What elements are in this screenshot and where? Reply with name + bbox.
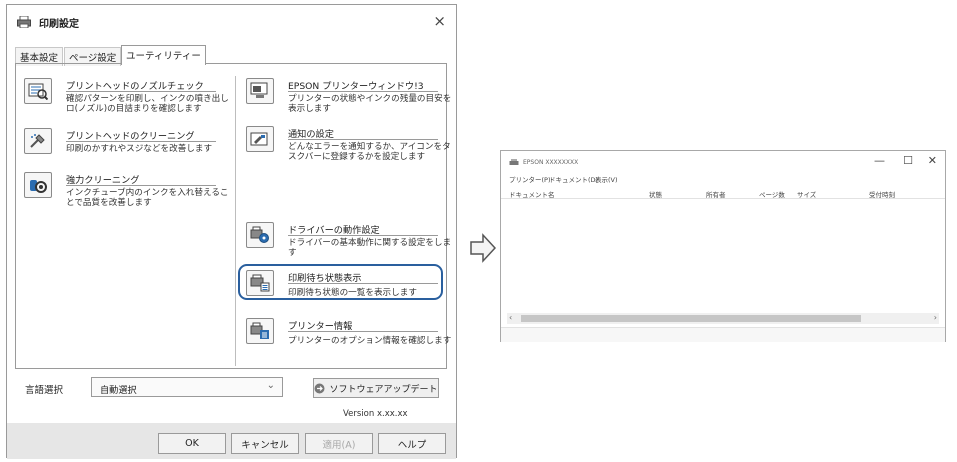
apply-button[interactable]: 適用(A) [305, 433, 373, 454]
head-cleaning-desc: 印刷のかすれやスジなどを改善します [66, 144, 213, 154]
status-monitor-item: EPSON プリンターウィンドウ!3 プリンターの状態やインクの残量の目安を表示… [246, 78, 451, 122]
version-text: Version x.xx.xx [343, 409, 408, 419]
right-arrow-icon [470, 233, 496, 263]
update-icon [314, 383, 325, 393]
status-bar [501, 327, 945, 342]
ok-button[interactable]: OK [158, 433, 226, 454]
power-cleaning-button[interactable] [24, 172, 52, 198]
printer-icon [17, 16, 31, 28]
nozzle-check-icon [28, 83, 48, 100]
chevron-down-icon: ⌄ [266, 380, 275, 391]
printer-info-item: プリンター情報 プリンターのオプション情報を確認します [246, 318, 451, 350]
title-underline [288, 139, 438, 140]
printer-info-desc: プリンターのオプション情報を確認します [288, 336, 452, 346]
driver-settings-title: ドライバーの動作設定 [288, 225, 380, 236]
power-cleaning-icon [30, 180, 47, 193]
driver-settings-button[interactable] [246, 222, 274, 248]
tab-utility[interactable]: ユーティリティー [121, 45, 206, 65]
cancel-button[interactable]: キャンセル [231, 433, 299, 454]
menu-document[interactable]: ドキュメント(D) [549, 174, 598, 184]
column-owner[interactable]: 所有者 [706, 189, 726, 199]
column-size[interactable]: サイズ [797, 189, 816, 199]
window-close-button[interactable]: ✕ [928, 154, 937, 167]
help-button[interactable]: ヘルプ [378, 433, 446, 454]
driver-settings-icon [250, 226, 269, 243]
close-button[interactable]: × [433, 12, 446, 30]
driver-settings-desc: ドライバーの基本動作に関する設定をします [288, 238, 452, 258]
column-pages[interactable]: ページ数 [759, 189, 785, 199]
printer-info-icon [250, 322, 269, 339]
printing-preferences-dialog: 印刷設定 × 基本設定 ページ設定 ユーティリティー プリントヘッドのノズルチェ… [6, 4, 457, 459]
head-cleaning-title: プリントヘッドのクリーニング [66, 131, 195, 142]
software-update-label: ソフトウェアアップデート [329, 384, 438, 395]
software-update-button[interactable]: ソフトウェアアップデート [313, 378, 439, 398]
head-cleaning-button[interactable] [24, 128, 52, 154]
scroll-right-icon[interactable]: › [934, 313, 937, 322]
head-cleaning-item: プリントヘッドのクリーニング 印刷のかすれやスジなどを改善します [24, 128, 229, 162]
status-monitor-title: EPSON プリンターウィンドウ!3 [288, 81, 424, 92]
power-cleaning-item: 強力クリーニング インクチューブ内のインクを入れ替えることで品質を改善します [24, 172, 229, 216]
menu-printer[interactable]: プリンター(P) [509, 174, 551, 184]
minimize-button[interactable]: — [874, 154, 885, 167]
nozzle-check-desc: 確認パターンを印刷し、インクの噴き出しロ(ノズル)の目詰まりを確認します [66, 94, 229, 114]
title-underline [66, 141, 216, 142]
notification-button[interactable] [246, 126, 274, 152]
print-queue-window: EPSON XXXXXXXX — ☐ ✕ プリンター(P) ドキュメント(D) … [500, 150, 946, 342]
scrollbar-thumb[interactable] [521, 315, 861, 322]
window-title: EPSON XXXXXXXX [523, 159, 579, 166]
title-underline [288, 331, 438, 332]
driver-settings-item: ドライバーの動作設定 ドライバーの基本動作に関する設定をします [246, 222, 451, 258]
column-divider [235, 76, 236, 366]
notification-desc: どんなエラーを通知するか、アイコンをタスクバーに登録するかを設定します [288, 142, 451, 162]
title-bar: 印刷設定 × [7, 5, 456, 39]
utility-panel: プリントヘッドのノズルチェック 確認パターンを印刷し、インクの噴き出しロ(ノズル… [15, 63, 451, 369]
button-bar: OK キャンセル 適用(A) ヘルプ [7, 423, 456, 459]
column-submitted[interactable]: 受付時刻 [869, 189, 895, 199]
title-underline [66, 91, 216, 92]
title-underline [288, 91, 438, 92]
language-select[interactable]: 自動選択 ⌄ [91, 377, 283, 397]
status-monitor-icon [250, 82, 268, 98]
nozzle-check-button[interactable] [24, 78, 52, 104]
nozzle-check-title: プリントヘッドのノズルチェック [66, 81, 204, 92]
title-underline [288, 235, 438, 236]
maximize-button[interactable]: ☐ [903, 154, 913, 167]
notification-icon [250, 132, 268, 146]
printer-info-title: プリンター情報 [288, 321, 353, 332]
language-value: 自動選択 [100, 385, 137, 396]
menu-view[interactable]: 表示(V) [595, 174, 618, 184]
title-underline [66, 185, 216, 186]
horizontal-scrollbar[interactable]: ‹ › [507, 313, 939, 324]
power-cleaning-desc: インクチューブ内のインクを入れ替えることで品質を改善します [66, 188, 229, 208]
head-cleaning-icon [30, 134, 45, 148]
nozzle-check-item: プリントヘッドのノズルチェック 確認パターンを印刷し、インクの噴き出しロ(ノズル… [24, 78, 229, 122]
column-status[interactable]: 状態 [649, 189, 662, 199]
dialog-title: 印刷設定 [39, 19, 79, 30]
notification-title: 通知の設定 [288, 129, 334, 140]
highlight-callout [238, 264, 443, 300]
printer-icon [509, 159, 519, 165]
status-monitor-desc: プリンターの状態やインクの残量の目安を表示します [288, 94, 452, 114]
column-document-name[interactable]: ドキュメント名 [509, 189, 555, 199]
language-label: 言語選択 [25, 385, 64, 396]
status-monitor-button[interactable] [246, 78, 274, 104]
power-cleaning-title: 強力クリーニング [66, 175, 140, 186]
notification-item: 通知の設定 どんなエラーを通知するか、アイコンをタスクバーに登録するかを設定しま… [246, 126, 451, 170]
printer-info-button[interactable] [246, 318, 274, 344]
scroll-left-icon[interactable]: ‹ [509, 313, 512, 322]
column-header: ドキュメント名 状態 所有者 ページ数 サイズ 受付時刻 [501, 185, 945, 199]
